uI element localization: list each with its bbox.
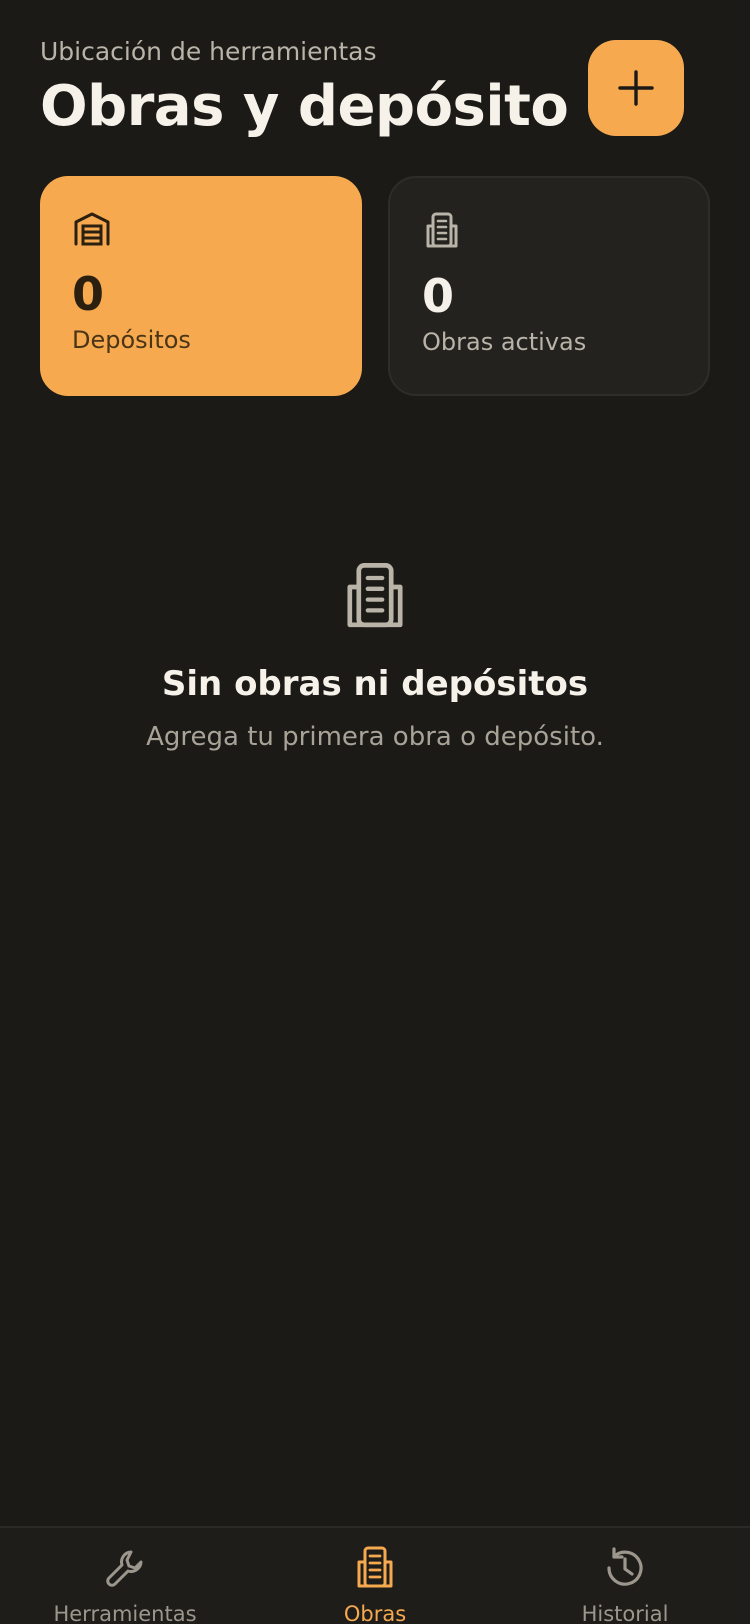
- nav-historial-label: Historial: [581, 1602, 669, 1624]
- empty-state-subtitle: Agrega tu primera obra o depósito.: [146, 722, 604, 752]
- depositos-count: 0: [72, 267, 105, 321]
- empty-state-title: Sin obras ni depósitos: [161, 664, 589, 704]
- building-icon: [347, 563, 403, 628]
- obras-activas-count: 0: [422, 269, 455, 323]
- add-button[interactable]: [588, 40, 684, 136]
- stat-card-depositos[interactable]: 0 Depósitos: [40, 176, 362, 396]
- plus-icon: [618, 70, 654, 106]
- nav-herramientas-label: Herramientas: [53, 1602, 197, 1624]
- wrench-icon: [106, 1550, 143, 1587]
- empty-state: Sin obras ni depósitos Agrega tu primera…: [0, 560, 750, 754]
- history-icon: [607, 1547, 643, 1586]
- obras-activas-label: Obras activas: [422, 328, 587, 356]
- stat-card-obras-activas[interactable]: 0 Obras activas: [388, 176, 710, 396]
- nav-obras-label: Obras: [343, 1602, 407, 1624]
- stats-cards: 0 Depósitos 0 Obras activas: [40, 176, 710, 396]
- nav-herramientas[interactable]: Herramientas: [0, 1544, 250, 1624]
- warehouse-icon: [74, 212, 110, 246]
- depositos-label: Depósitos: [72, 326, 191, 354]
- nav-historial[interactable]: Historial: [500, 1544, 750, 1624]
- nav-obras[interactable]: Obras: [250, 1544, 500, 1624]
- building-icon: [426, 212, 458, 248]
- obras-screen: Ubicación de herramientas Obras y depósi…: [0, 0, 750, 1624]
- building-icon: [357, 1546, 393, 1588]
- bottom-nav: Herramientas Obras Historial: [0, 1526, 750, 1624]
